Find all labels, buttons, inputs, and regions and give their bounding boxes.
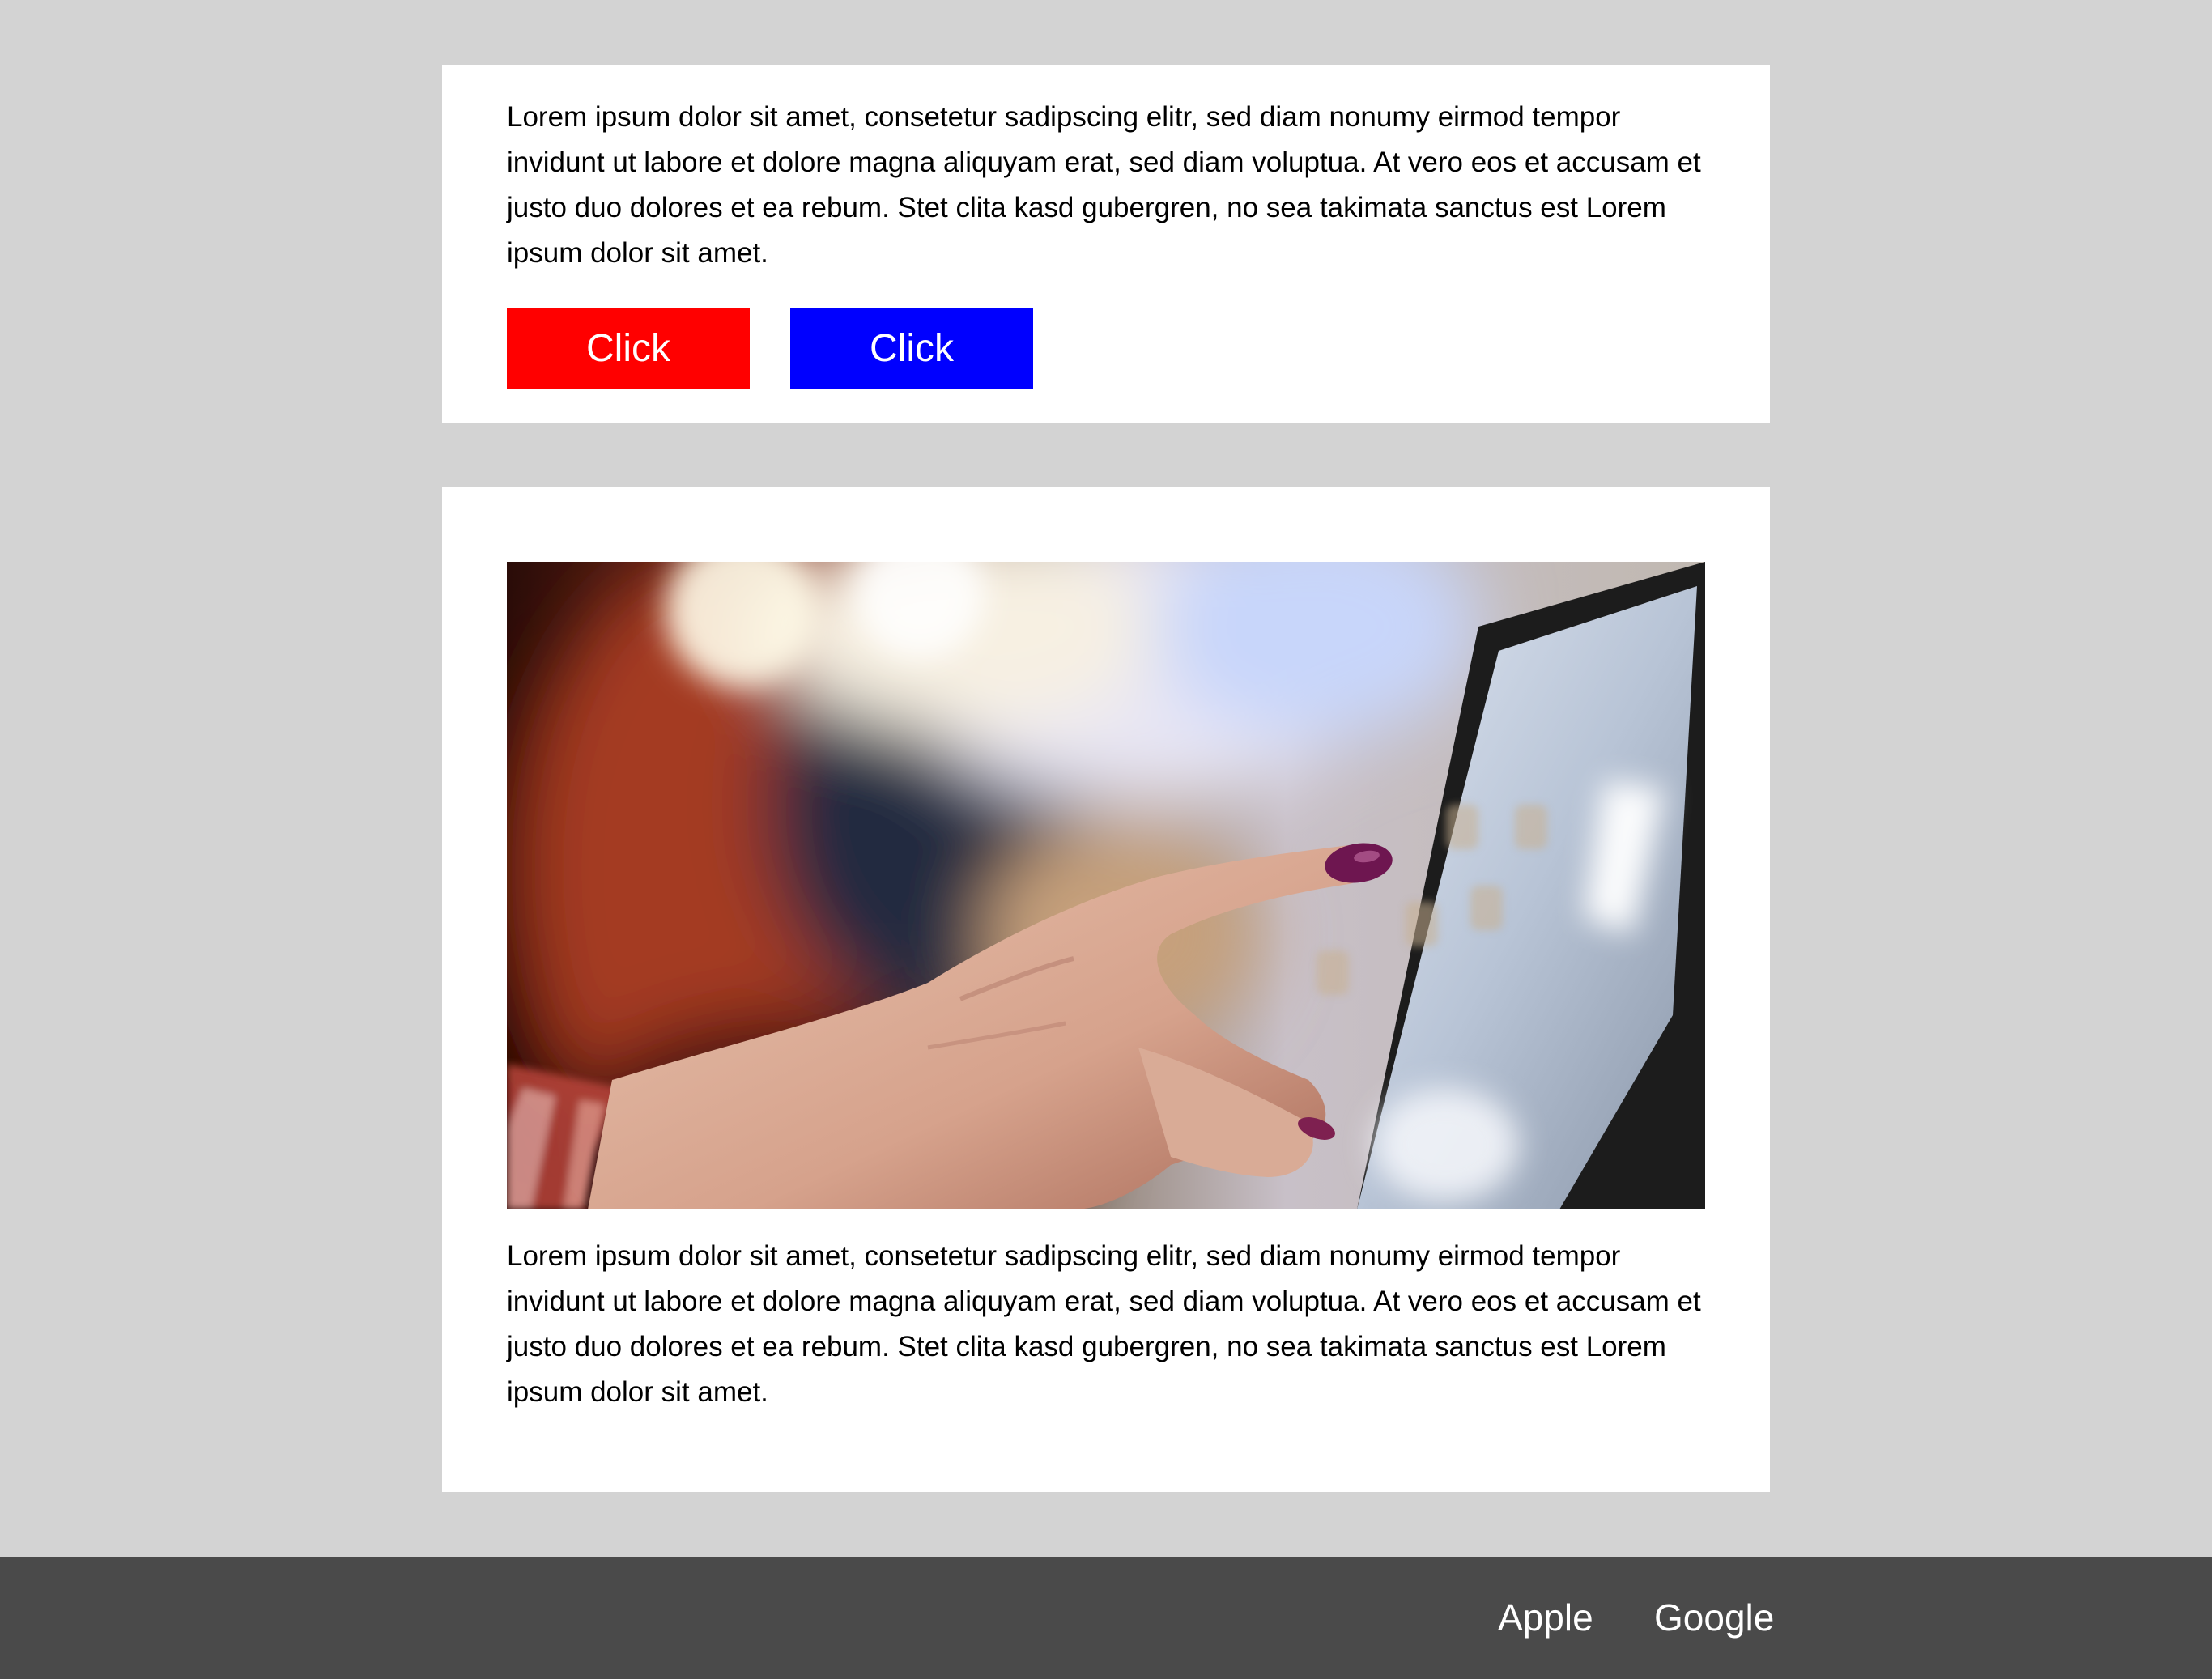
footer: Apple Google <box>0 1557 2212 1679</box>
content-card-text: Lorem ipsum dolor sit amet, consetetur s… <box>442 65 1770 423</box>
footer-link-google[interactable]: Google <box>1654 1597 1774 1638</box>
content-card-image: Lorem ipsum dolor sit amet, consetetur s… <box>442 487 1770 1492</box>
click-button-blue[interactable]: Click <box>790 308 1033 389</box>
card-paragraph: Lorem ipsum dolor sit amet, consetetur s… <box>507 1240 1701 1408</box>
card-paragraph: Lorem ipsum dolor sit amet, consetetur s… <box>507 101 1701 269</box>
click-button-red[interactable]: Click <box>507 308 750 389</box>
tablet-touch-photo <box>507 562 1705 1209</box>
footer-link-apple[interactable]: Apple <box>1498 1597 1593 1638</box>
